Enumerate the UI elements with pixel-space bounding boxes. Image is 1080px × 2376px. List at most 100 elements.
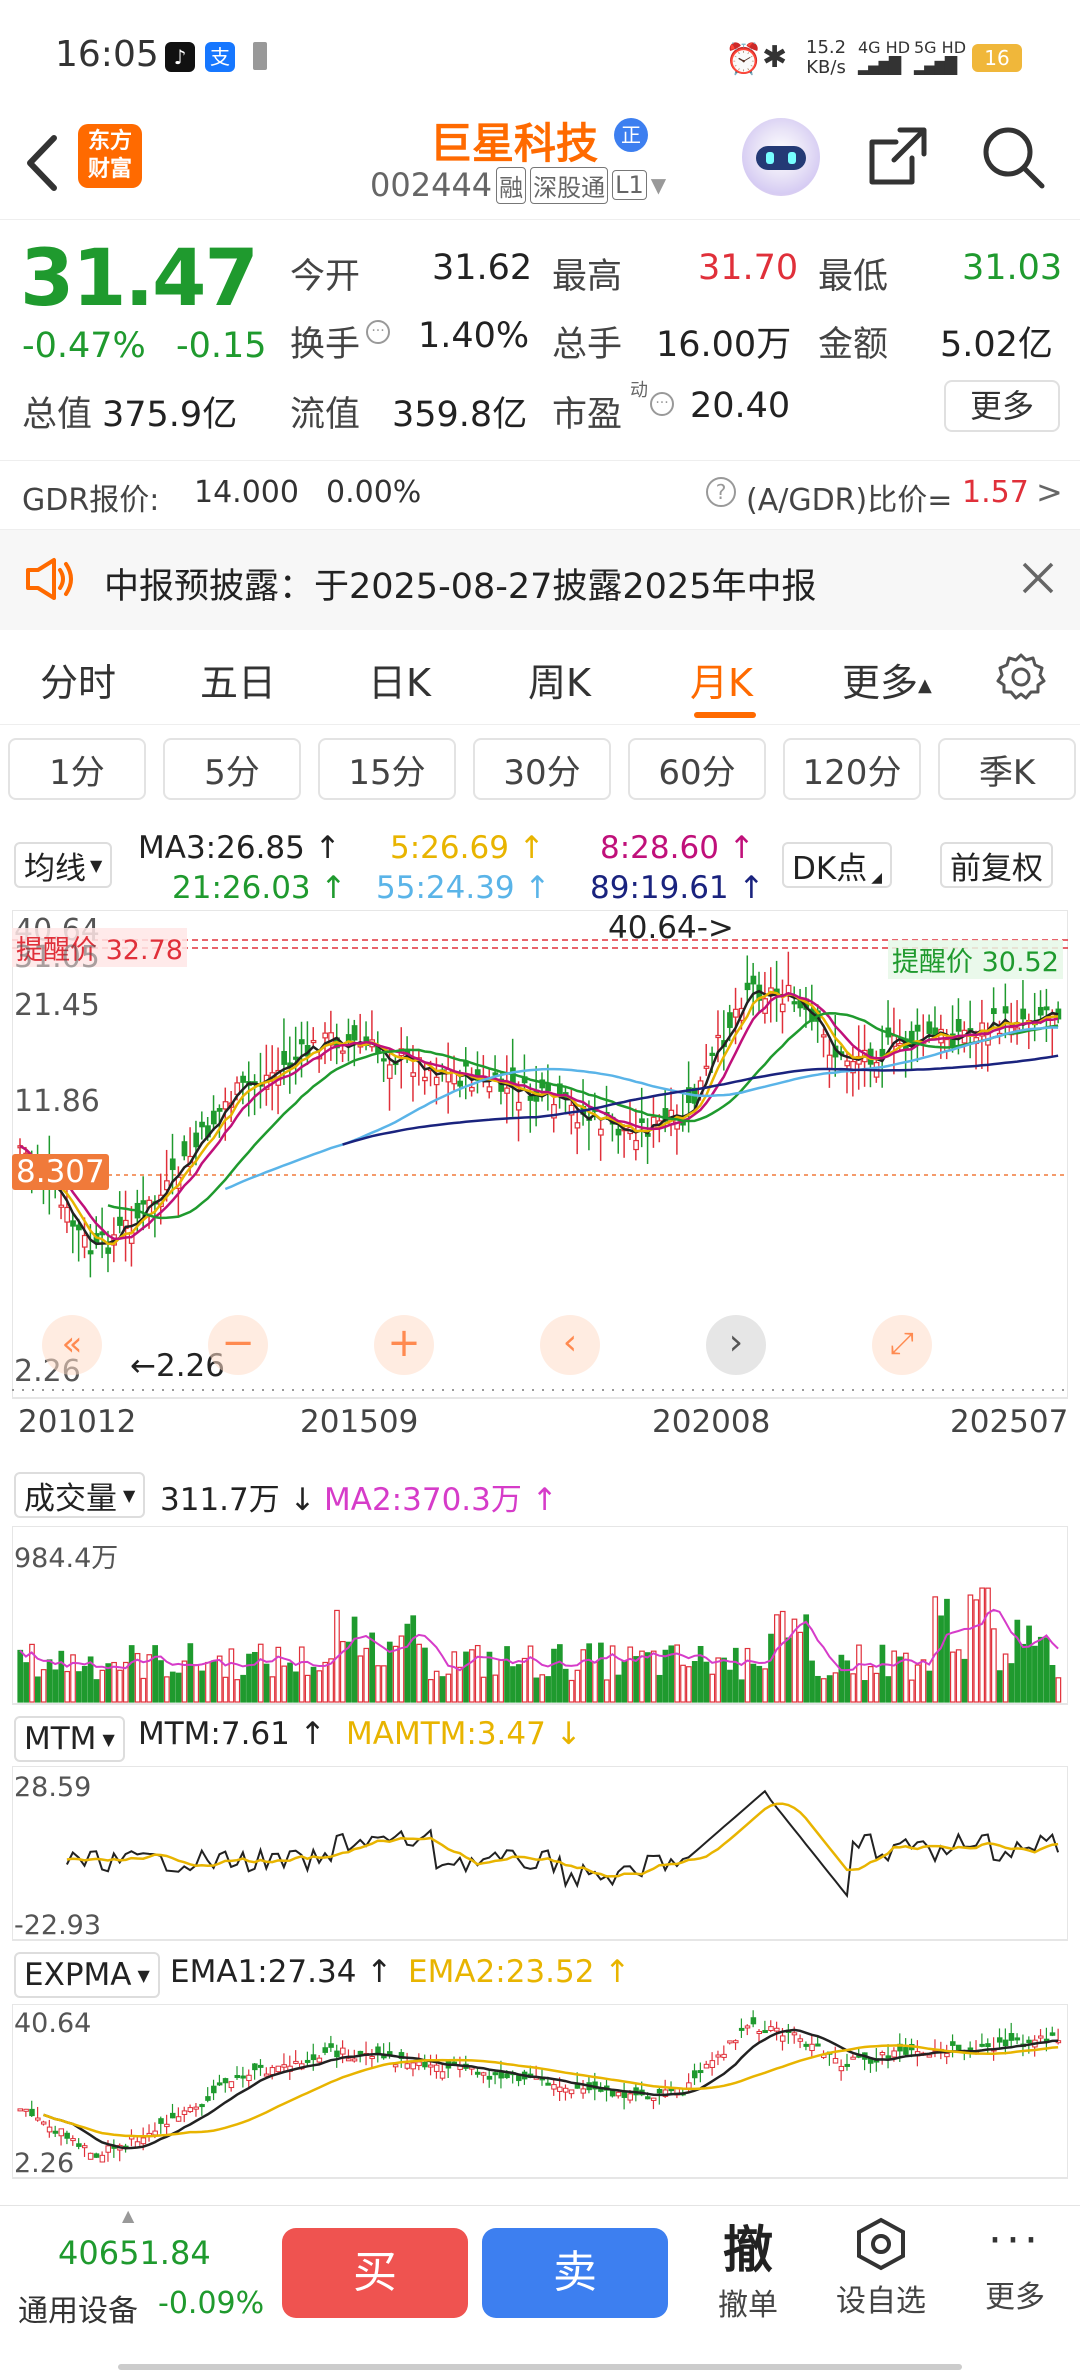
- volume-bar: [644, 1652, 651, 1703]
- zoom-in-icon[interactable]: +: [374, 1315, 434, 1375]
- back-button[interactable]: [22, 128, 62, 198]
- chevron-right-icon[interactable]: >: [1036, 473, 1063, 511]
- info-icon[interactable]: ···: [650, 392, 674, 416]
- volume-bar: [785, 1637, 792, 1703]
- volume-header: 成交量 ▼ 311.7万 ↓ MA2:370.3万 ↑: [0, 1468, 1080, 1524]
- dk-point-select[interactable]: DK点 ◢: [782, 842, 892, 888]
- candle-body: [181, 2110, 188, 2115]
- tab-daily-k[interactable]: 日K: [368, 652, 431, 707]
- gear-icon[interactable]: [996, 652, 1046, 706]
- close-icon[interactable]: [1020, 560, 1056, 600]
- mtm-value: MTM:7.61 ↑: [138, 1716, 326, 1752]
- volume-bar: [944, 1598, 950, 1703]
- candle-body: [70, 1220, 76, 1227]
- zoom-out-icon[interactable]: −: [208, 1315, 268, 1375]
- tab-five-day[interactable]: 五日: [200, 652, 276, 707]
- candle-body: [985, 2043, 991, 2048]
- tab-intraday[interactable]: 分时: [40, 652, 116, 707]
- price-level-3: 21.45: [14, 988, 100, 1023]
- scroll-left-fast-icon[interactable]: «: [42, 1315, 102, 1375]
- period-60min[interactable]: 60分: [628, 738, 766, 800]
- volume-bar: [1049, 1664, 1056, 1703]
- tab-weekly-k[interactable]: 周K: [528, 652, 591, 707]
- fullscreen-icon[interactable]: ⤢: [872, 1315, 932, 1375]
- volume-value: 16.00万: [656, 325, 792, 365]
- caret-down-icon: ▼: [102, 1729, 115, 1749]
- battery-icon: 16: [972, 44, 1022, 72]
- candle-body: [257, 2064, 264, 2068]
- share-icon[interactable]: [866, 124, 930, 192]
- period-quarterly[interactable]: 季K: [938, 738, 1076, 800]
- candle-body: [105, 1247, 112, 1254]
- candle-body: [498, 2071, 504, 2079]
- volume-bar: [973, 1599, 980, 1703]
- watchlist-icon: [857, 2217, 905, 2271]
- candle-body: [275, 2065, 282, 2073]
- period-15min[interactable]: 15分: [318, 738, 456, 800]
- volume-bar: [427, 1678, 434, 1703]
- more-actions-button[interactable]: ··· 更多: [972, 2216, 1058, 2316]
- candle-body: [639, 1118, 645, 1124]
- volume-bar: [621, 1660, 628, 1703]
- candle-body: [82, 2145, 88, 2149]
- candle-body: [1002, 2039, 1009, 2047]
- help-icon[interactable]: ?: [706, 477, 736, 507]
- mtm-select[interactable]: MTM ▼: [14, 1716, 125, 1762]
- expma-chart[interactable]: 40.64 2.26: [12, 2004, 1068, 2180]
- candle-body: [410, 2062, 416, 2070]
- candle-body: [357, 2050, 364, 2055]
- ai-assistant-avatar[interactable]: [742, 118, 820, 196]
- volume-bar: [463, 1651, 469, 1703]
- more-quote-button[interactable]: 更多: [944, 380, 1060, 432]
- candle-body: [99, 2154, 106, 2163]
- caret-corner-icon: ◢: [871, 870, 882, 886]
- volume-bar: [750, 1663, 757, 1703]
- sell-button[interactable]: 卖: [482, 2228, 668, 2318]
- add-watchlist-button[interactable]: 设自选: [828, 2216, 934, 2320]
- index-name[interactable]: 通用设备: [18, 2286, 138, 2330]
- signal-5g: 5G HD: [914, 38, 967, 57]
- turnover-label: 换手: [290, 325, 361, 365]
- fuquan-select[interactable]: 前复权: [940, 842, 1053, 888]
- candle-body: [645, 2096, 651, 2100]
- period-1min[interactable]: 1分: [8, 738, 146, 800]
- notice-bar[interactable]: 中报预披露：于2025-08-27披露2025年中报: [0, 530, 1080, 630]
- expma-select[interactable]: EXPMA ▼: [14, 1952, 160, 1998]
- period-5min[interactable]: 5分: [163, 738, 301, 800]
- volume-bar: [815, 1675, 821, 1703]
- tab-more[interactable]: 更多▲: [842, 652, 932, 707]
- volume-select[interactable]: 成交量 ▼: [14, 1472, 146, 1518]
- volume-bar: [515, 1664, 522, 1703]
- volume-bar: [1020, 1643, 1027, 1703]
- volume-bar: [105, 1663, 112, 1703]
- volume-chart[interactable]: 984.4万: [12, 1526, 1068, 1706]
- volume-bar: [222, 1676, 229, 1703]
- scroll-right-icon[interactable]: ›: [706, 1315, 766, 1375]
- candle-body: [944, 1038, 950, 1052]
- buy-button[interactable]: 买: [282, 2228, 468, 2318]
- tab-monthly-k[interactable]: 月K: [690, 652, 753, 707]
- volume-bar: [615, 1674, 622, 1703]
- period-30min[interactable]: 30分: [473, 738, 611, 800]
- candle-body: [826, 1054, 833, 1070]
- ma-select[interactable]: 均线 ▼: [14, 842, 113, 888]
- volume-bar: [562, 1668, 569, 1703]
- volume-bar: [474, 1644, 481, 1703]
- high-label: 最高: [552, 257, 623, 297]
- search-icon[interactable]: [980, 124, 1046, 194]
- candle-body: [64, 2132, 70, 2139]
- period-120min[interactable]: 120分: [783, 738, 921, 800]
- volume-bar: [181, 1660, 188, 1703]
- index-value[interactable]: 40651.84: [58, 2234, 211, 2272]
- info-icon[interactable]: ···: [366, 320, 390, 344]
- volume-bar: [257, 1643, 264, 1703]
- caret-down-icon[interactable]: ▼: [651, 173, 666, 197]
- mtm-chart[interactable]: 28.59 -22.93: [12, 1766, 1068, 1942]
- volume-bar: [381, 1665, 387, 1703]
- cancel-order-button[interactable]: 撤 撤单: [700, 2210, 796, 2324]
- volume-bar: [298, 1646, 305, 1703]
- scroll-left-icon[interactable]: ‹: [540, 1315, 600, 1375]
- candle-body: [293, 1056, 299, 1060]
- candle-body: [64, 1206, 71, 1223]
- candle-body: [891, 2050, 897, 2058]
